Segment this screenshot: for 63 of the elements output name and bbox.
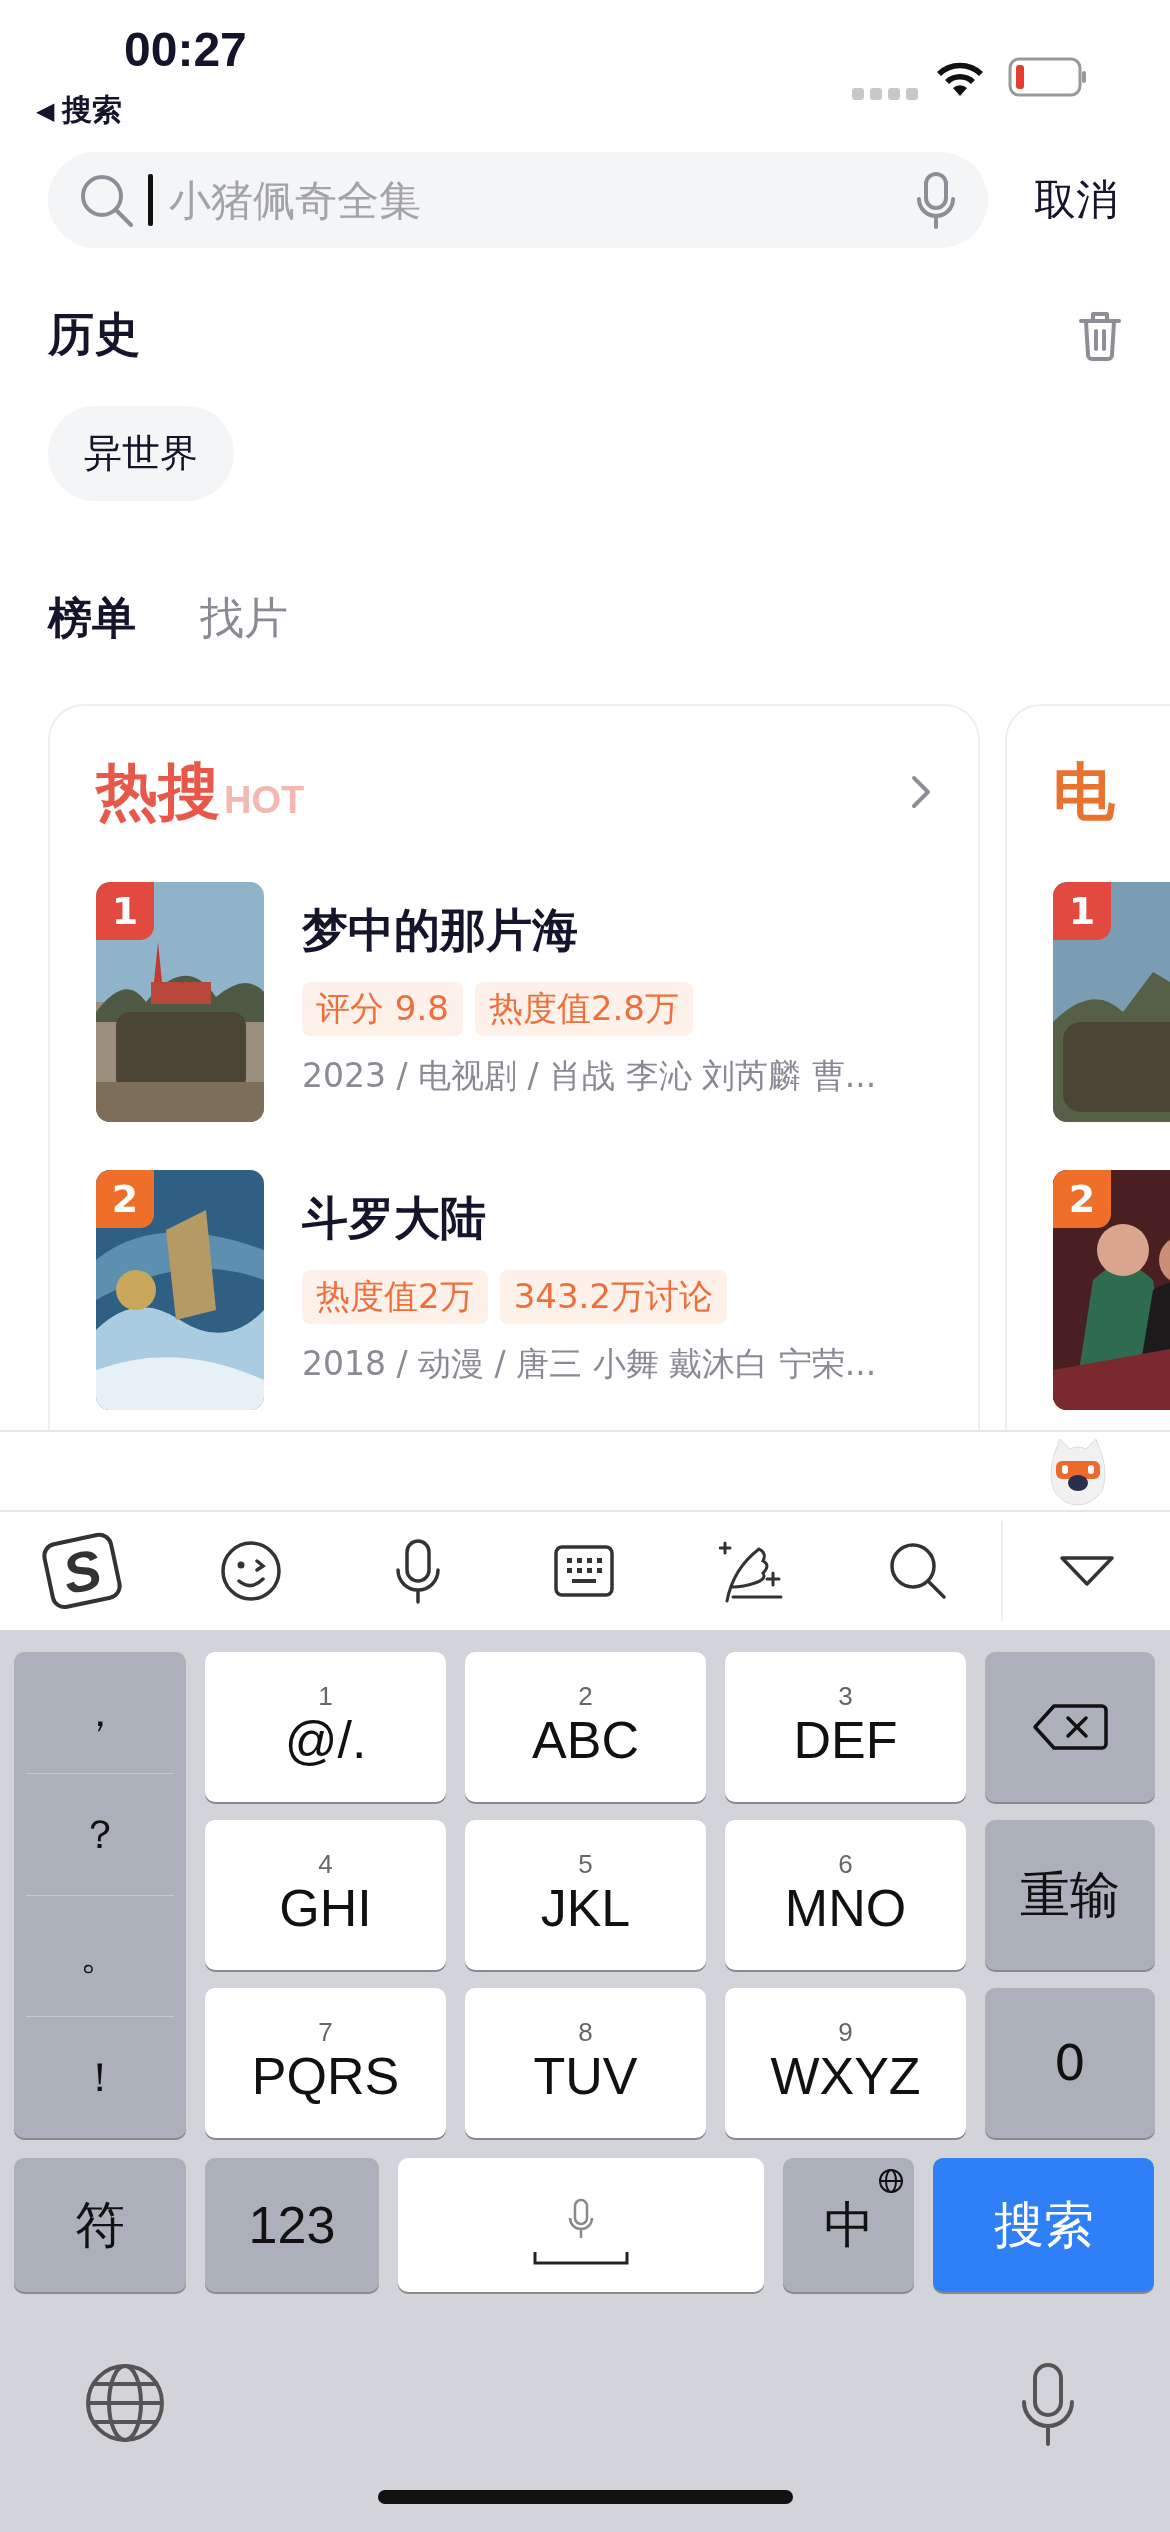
trash-icon[interactable] xyxy=(1078,309,1122,361)
collapse-icon[interactable] xyxy=(1058,1555,1115,1587)
hot-label: HOT xyxy=(224,779,305,822)
key[interactable]: 9 WXYZ xyxy=(725,1988,966,2138)
stat-tag: 343.2万讨论 xyxy=(499,1270,727,1324)
rank-badge: 1 xyxy=(1053,882,1111,940)
signal-icon xyxy=(852,88,918,100)
key[interactable]: 1 @/. xyxy=(205,1652,446,1802)
numbers-key[interactable]: 123 xyxy=(205,2158,379,2292)
show-title[interactable]: 斗罗大陆 xyxy=(302,1188,932,1250)
history-chip[interactable]: 异世界 xyxy=(48,406,234,501)
show-details: 2018 / 动漫 / 唐三 小舞 戴沐白 宁荣... xyxy=(302,1343,878,1385)
feather-icon[interactable] xyxy=(719,1539,784,1603)
key[interactable]: 2 ABC xyxy=(465,1652,706,1802)
key[interactable]: 8 TUV xyxy=(465,1988,706,2138)
key[interactable]: 4 GHI xyxy=(205,1820,446,1970)
battery-icon xyxy=(1008,57,1088,97)
back-link[interactable]: 搜索 xyxy=(62,90,123,131)
search-icon[interactable] xyxy=(888,1542,947,1600)
text-cursor xyxy=(148,174,153,226)
globe-icon xyxy=(878,2168,904,2194)
chevron-right-icon[interactable] xyxy=(910,774,932,810)
card-title: 电 xyxy=(1053,754,1115,830)
stat-tag: 评分 9.8 xyxy=(302,982,463,1036)
section-title: 历史 xyxy=(48,306,140,363)
keyboard-icon[interactable] xyxy=(554,1545,615,1597)
microphone-icon xyxy=(568,2198,594,2240)
key[interactable]: 6 MNO xyxy=(725,1820,966,1970)
stat-tag: 热度值2万 xyxy=(302,1270,488,1324)
backspace-icon xyxy=(1032,1703,1108,1751)
microphone-icon[interactable] xyxy=(393,1538,442,1604)
search-key[interactable]: 搜索 xyxy=(933,2158,1154,2292)
cancel-button[interactable]: 取消 xyxy=(1034,172,1118,228)
emoji-icon[interactable] xyxy=(218,1539,283,1603)
punctuation-key[interactable]: ， xyxy=(26,1652,174,1774)
globe-icon[interactable] xyxy=(84,2362,166,2444)
backspace-key[interactable] xyxy=(985,1652,1155,1802)
search-input[interactable]: 小猪佩奇全集 xyxy=(167,174,900,226)
tab[interactable]: 榜单 xyxy=(48,589,136,648)
punctuation-key[interactable]: ？ xyxy=(26,1773,174,1896)
punctuation-key[interactable]: 。 xyxy=(26,1895,174,2018)
rank-badge: 2 xyxy=(96,1170,154,1228)
language-key[interactable]: 中 xyxy=(783,2158,914,2292)
punctuation-key[interactable]: ！ xyxy=(26,2017,174,2138)
key[interactable]: 5 JKL xyxy=(465,1820,706,1970)
key[interactable]: 0 xyxy=(985,1988,1155,2138)
rank-badge: 2 xyxy=(1053,1170,1111,1228)
show-details: 2023 / 电视剧 / 肖战 李沁 刘芮麟 曹... xyxy=(302,1055,878,1097)
key[interactable]: 重输 xyxy=(985,1820,1155,1970)
search-icon xyxy=(78,172,134,228)
rank-badge: 1 xyxy=(96,882,154,940)
status-time: 00:27 xyxy=(124,22,247,77)
show-title[interactable]: 梦中的那片海 xyxy=(302,900,932,962)
symbols-key[interactable]: 符 xyxy=(14,2158,186,2292)
back-arrow[interactable]: ◀ xyxy=(36,96,55,125)
stat-tag: 热度值2.8万 xyxy=(474,982,693,1036)
key[interactable]: 3 DEF xyxy=(725,1652,966,1802)
card-title: 热搜 xyxy=(96,754,220,830)
wifi-icon xyxy=(935,60,985,98)
punctuation-panel[interactable]: ， ？ 。 ！ xyxy=(14,1652,186,2138)
search-field[interactable]: 小猪佩奇全集 xyxy=(48,152,988,248)
key[interactable]: 7 PQRS xyxy=(205,1988,446,2138)
space-bar-icon xyxy=(533,2250,629,2266)
